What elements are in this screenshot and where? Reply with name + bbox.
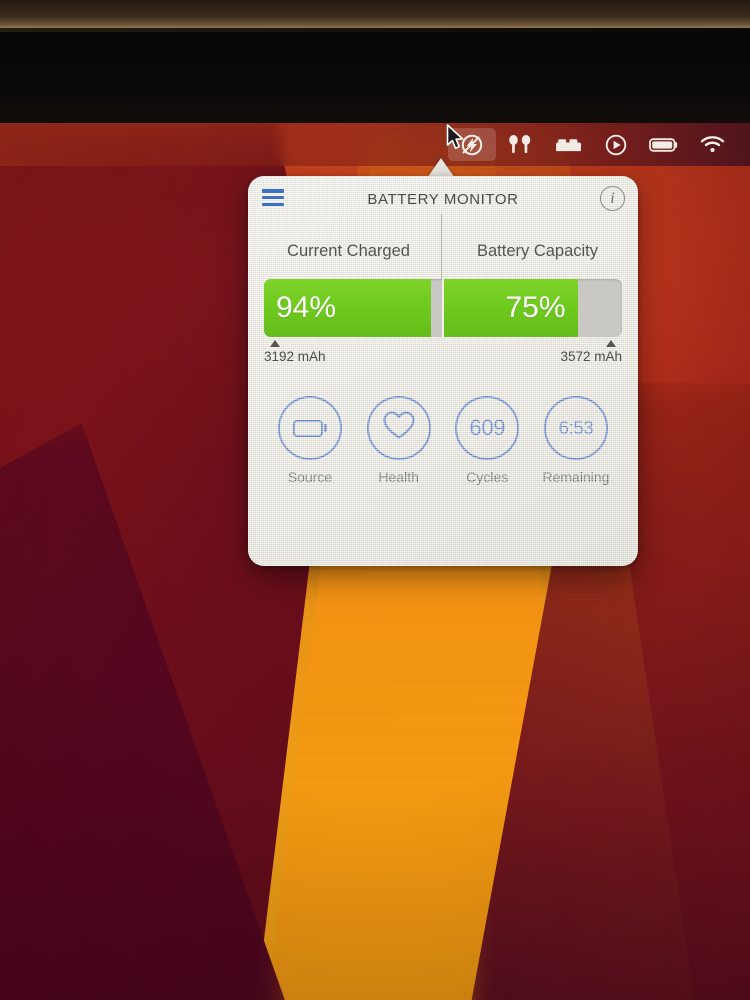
battery-outline-icon: [292, 419, 328, 437]
hamburger-line: [262, 195, 284, 200]
laptop-bezel-top: [0, 0, 750, 30]
bar-value-current-charged: 94%: [276, 291, 337, 324]
battery-body: [292, 419, 323, 437]
popover-tail: [427, 158, 455, 178]
stat-label-source: Source: [287, 469, 333, 485]
mah-marker-current-charged: 3192 mAh: [264, 340, 326, 364]
mah-marker-battery-capacity: 3572 mAh: [560, 340, 622, 364]
laptop-bezel-black: [0, 28, 750, 123]
hamburger-line: [262, 202, 284, 206]
stat-value-cycles: 609: [469, 415, 506, 440]
stat-health[interactable]: Health: [359, 396, 439, 485]
mah-tick-icon: [606, 340, 616, 347]
stat-value-remaining: 6:53: [558, 417, 594, 438]
heading-battery-capacity: Battery Capacity: [476, 242, 599, 260]
stat-cycles[interactable]: 609 Cycles: [447, 396, 527, 485]
laptop-screen-photo: BATTERY MONITOR i Current Charged Batter…: [0, 0, 750, 1000]
bar-current-charged: 94%: [264, 279, 442, 337]
stat-remaining[interactable]: 6:53 Remaining: [536, 396, 616, 485]
hamburger-menu-icon[interactable]: [262, 189, 284, 206]
mah-label-current-charged: 3192 mAh: [264, 349, 326, 364]
mah-markers: 3192 mAh 3572 mAh: [264, 340, 622, 374]
bed-icon: [555, 135, 582, 155]
stat-circle-source: [278, 396, 342, 460]
info-icon-letter: i: [610, 189, 615, 207]
stat-label-remaining: Remaining: [542, 469, 610, 485]
battery-icon: [649, 136, 679, 154]
macos-menu-bar: [0, 123, 750, 166]
menubar-item-now-playing[interactable]: [592, 128, 640, 161]
heart-icon: [382, 410, 416, 446]
menubar-item-battery-monitor[interactable]: [448, 128, 496, 161]
info-icon[interactable]: i: [600, 186, 625, 211]
bar-battery-capacity: 75%: [442, 279, 622, 337]
bar-fill-battery-capacity: 75%: [444, 279, 578, 337]
stat-source[interactable]: Source: [270, 396, 350, 485]
hamburger-line: [262, 189, 284, 193]
battery-monitor-popover: BATTERY MONITOR i Current Charged Batter…: [248, 176, 638, 566]
stat-circle-cycles: 609: [455, 396, 520, 460]
heading-current-charged: Current Charged: [287, 242, 410, 260]
airpods-icon: [507, 134, 533, 156]
stat-circle-health: [366, 396, 431, 460]
bar-fill-current-charged: 94%: [264, 279, 432, 337]
stat-label-health: Health: [378, 469, 419, 485]
mah-tick-icon: [270, 340, 280, 347]
menubar-item-sleep-focus[interactable]: [544, 128, 592, 161]
menubar-item-airpods[interactable]: [496, 128, 544, 161]
stat-label-cycles: Cycles: [466, 469, 509, 485]
bar-value-battery-capacity: 75%: [505, 291, 566, 324]
lightning-battery-icon: [460, 134, 484, 156]
panel-header: BATTERY MONITOR i: [248, 176, 638, 222]
page-title: BATTERY MONITOR: [367, 190, 519, 208]
column-headings: Current Charged Battery Capacity: [248, 214, 638, 292]
stat-circle-remaining: 6:53: [543, 396, 608, 460]
mah-label-battery-capacity: 3572 mAh: [560, 349, 622, 364]
wifi-icon: [700, 135, 725, 154]
battery-cap: [324, 424, 328, 432]
play-circle-icon: [605, 134, 627, 156]
menubar-item-wifi[interactable]: [688, 128, 736, 161]
battery-bars: 94% 75%: [264, 279, 622, 337]
stat-circles: Source Health 609 Cycles 6:53 Remaining: [270, 396, 616, 485]
menubar-item-battery[interactable]: [640, 128, 688, 161]
